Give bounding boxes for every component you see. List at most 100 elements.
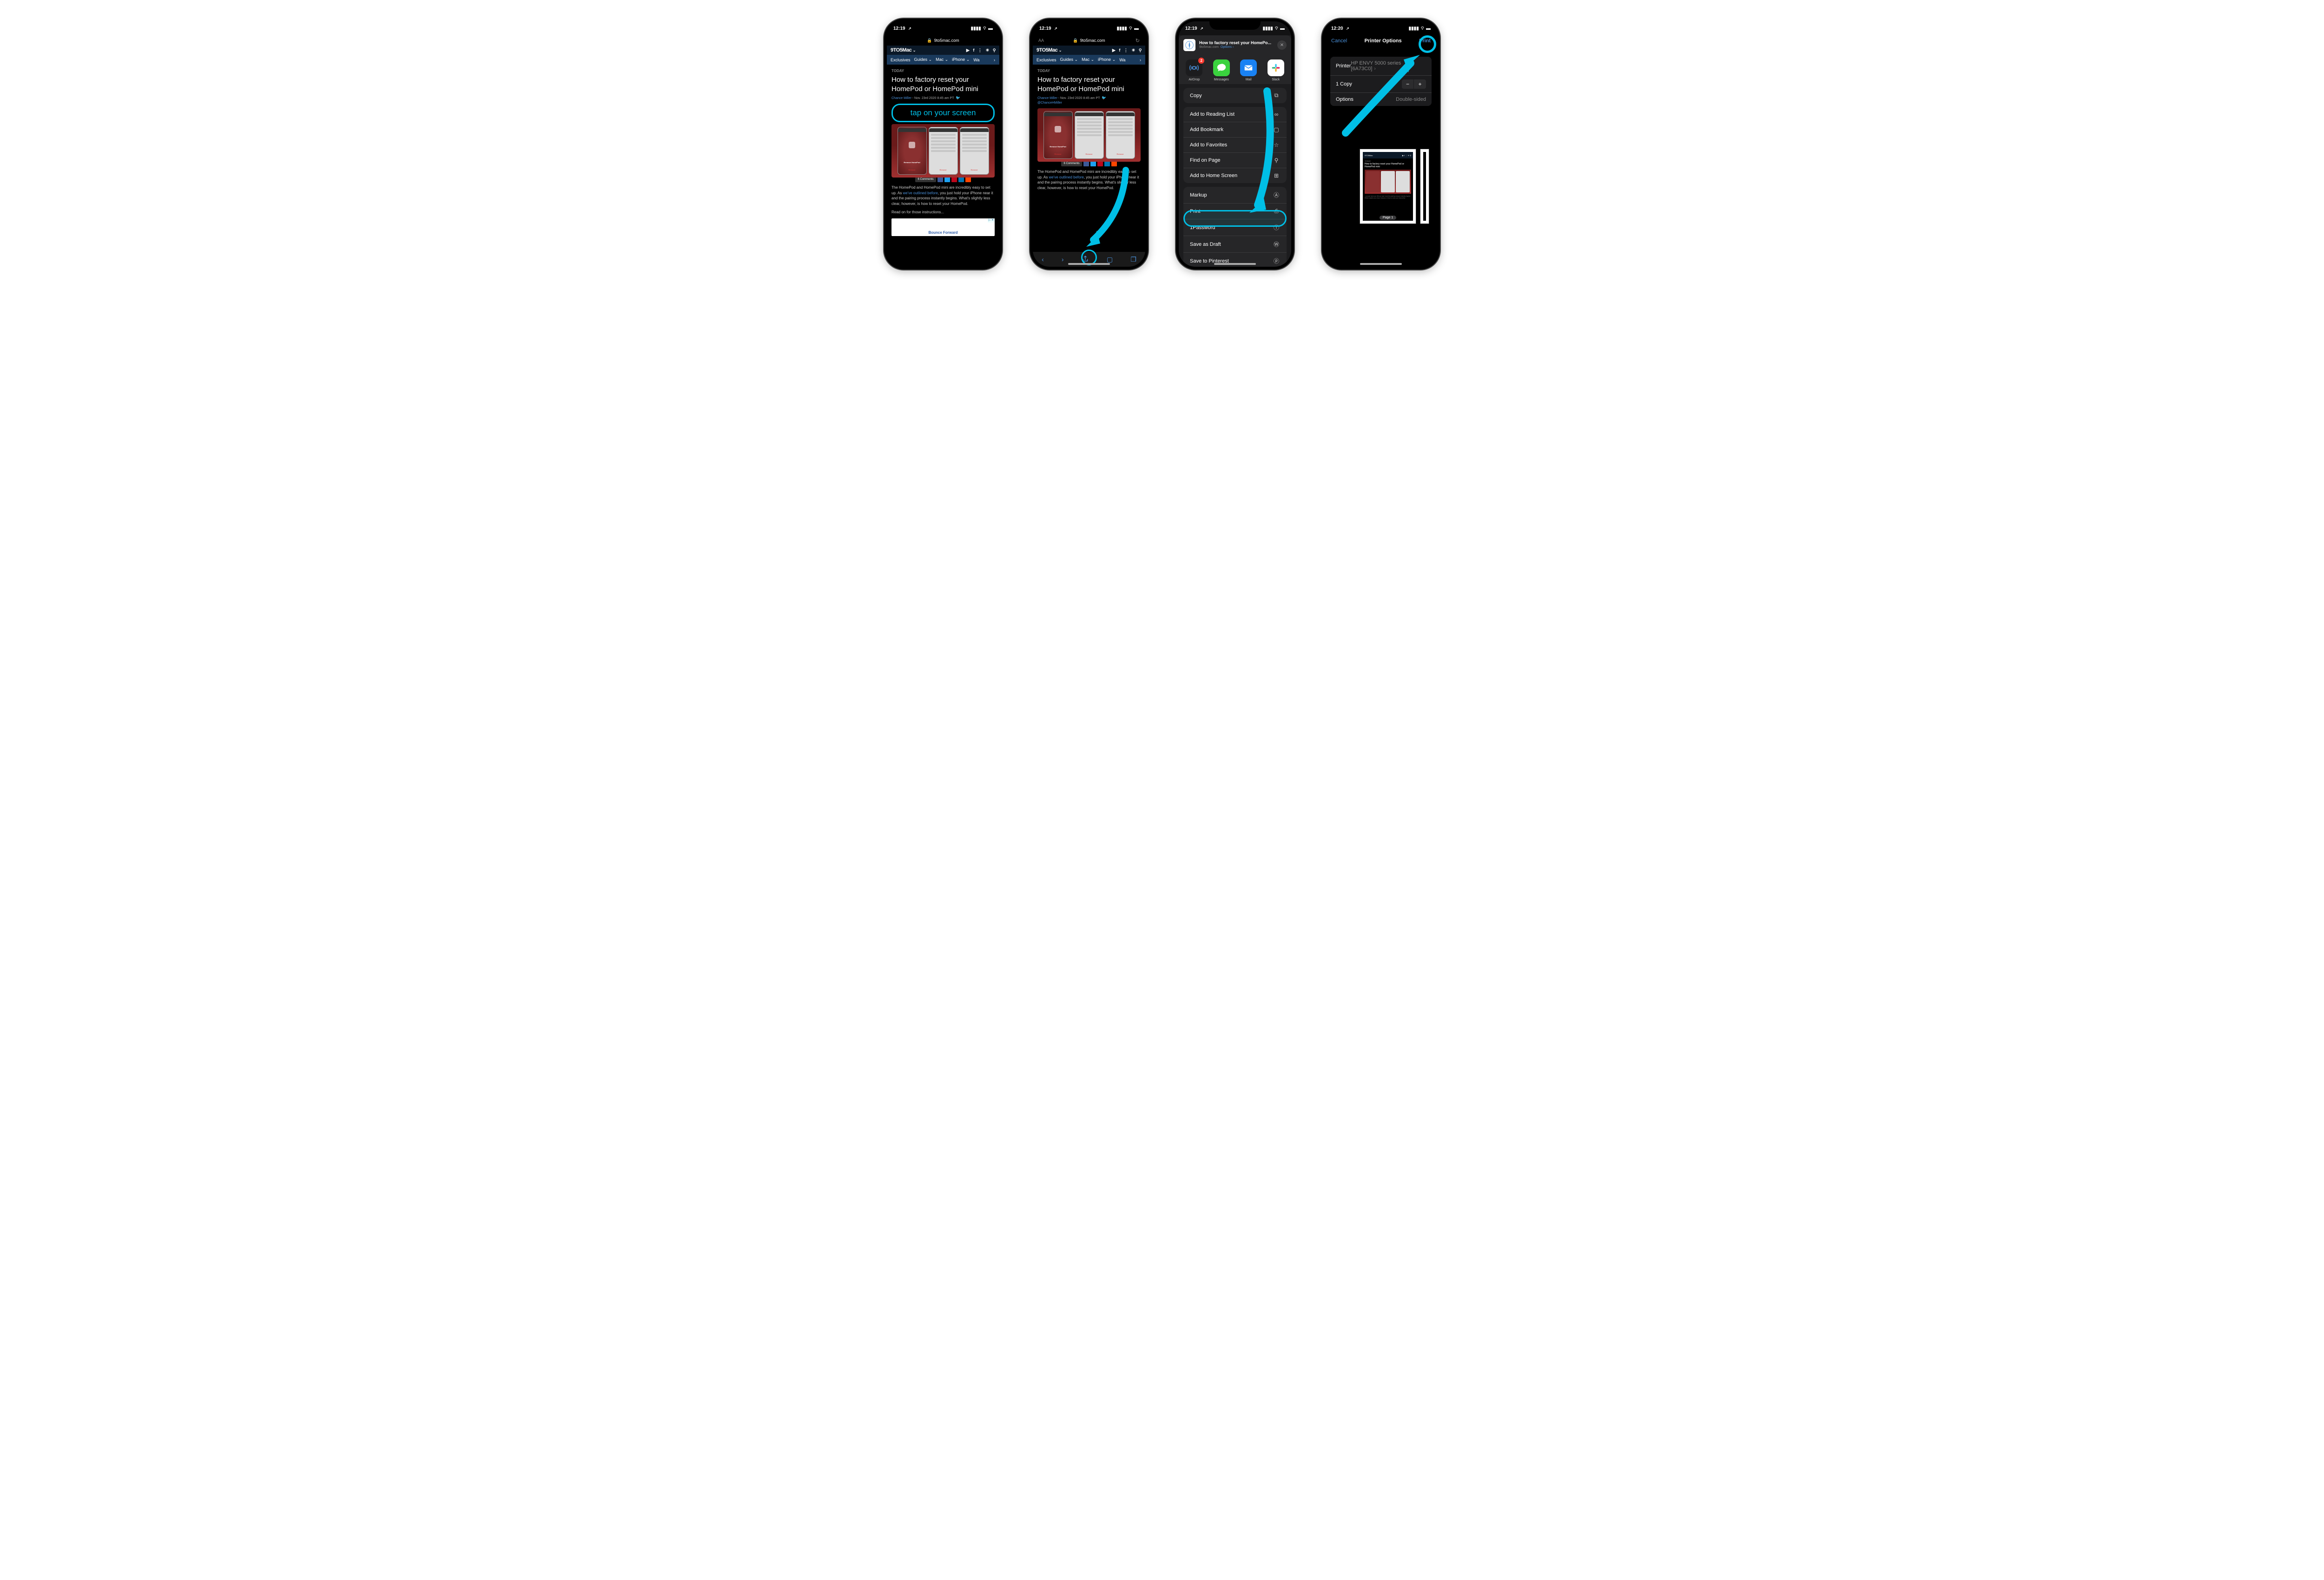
printer-row[interactable]: Printer HP ENVY 5000 series [6A73C0]› [1330,57,1432,75]
search-icon[interactable]: ⚲ [1139,48,1142,53]
share-action-favorites[interactable]: Add to Favorites☆ [1183,137,1287,152]
article-byline: Chance Miller - Nov. 23rd 2020 8:45 am P… [1037,95,1141,105]
author-link[interactable]: Chance Miller [891,97,911,100]
twitter-icon[interactable]: 🐦 [1102,96,1106,100]
phone-3: 12:19 ↗ ▮▮▮▮⌔▬ How to factory reset your… [1176,19,1294,270]
signal-icon: ▮▮▮▮ [971,26,981,31]
share-action-draft[interactable]: Save as DraftⓌ [1183,236,1287,252]
article-content[interactable]: TODAY How to factory reset your HomePod … [887,65,999,267]
slack-icon [1268,59,1284,76]
wifi-icon: ⌔ [983,26,987,32]
lock-icon: 🔒 [927,38,932,43]
share-action-find[interactable]: Find on Page⚲ [1183,152,1287,168]
author-link[interactable]: Chance Miller [1037,97,1057,100]
share-options-button[interactable]: Options › [1221,46,1234,49]
nav-item[interactable]: iPhone ⌄ [1098,57,1116,62]
share-action-copy[interactable]: Copy⧉ [1183,88,1287,103]
site-nav: Exclusives Guides ⌄ Mac ⌄ iPhone ⌄ Wa › [1033,55,1145,65]
more-icon[interactable]: ⋮ [1124,48,1128,53]
status-time: 12:20 [1331,26,1343,31]
search-icon[interactable]: ⚲ [993,48,996,53]
nav-item[interactable]: Wa [973,58,979,62]
back-button[interactable]: ‹ [1042,256,1044,263]
print-page-preview-next[interactable] [1420,149,1429,224]
print-page-preview[interactable]: 9TO5Mac▶ f ⋮ ☀ ⚲ TODAY How to factory re… [1360,149,1416,224]
wifi-icon: ⌔ [1274,26,1279,32]
bookmarks-button[interactable]: ▢ [1107,256,1113,263]
author-handle[interactable]: @ChanceHMiller [1037,101,1062,105]
printer-settings-list: Printer HP ENVY 5000 series [6A73C0]› 1 … [1330,57,1432,106]
share-apps-row[interactable]: 2 AirDrop Messages Mail Slack [1179,55,1291,84]
outlined-link[interactable]: we've outlined before [903,191,938,195]
article-content[interactable]: TODAY How to factory reset your HomePod … [1033,65,1145,252]
twitter-icon[interactable]: 🐦 [956,96,960,100]
share-action-home-screen[interactable]: Add to Home Screen⊞ [1183,168,1287,183]
nav-item[interactable]: iPhone ⌄ [952,57,970,62]
outlined-link[interactable]: we've outlined before [1049,175,1083,179]
share-title: How to factory reset your HomePo... [1199,40,1274,46]
nav-item[interactable]: Exclusives [1037,58,1056,62]
url-bar[interactable]: 🔒 9to5mac.com [887,35,999,46]
text-size-button[interactable]: AA [1038,38,1044,43]
printer-value: HP ENVY 5000 series [6A73C0] [1351,60,1401,72]
share-button[interactable] [1082,255,1089,264]
share-action-group: Add to Reading List∞ Add Bookmark▢ Add t… [1183,107,1287,183]
share-action-bookmark[interactable]: Add Bookmark▢ [1183,122,1287,137]
site-logo[interactable]: 9TO5Mac ⌄ [891,47,916,53]
share-action-group: MarkupⒶ Print⎙ 1Passwordⓘ Save as DraftⓌ… [1183,187,1287,267]
share-app-airdrop[interactable]: 2 AirDrop [1182,59,1207,81]
print-preview[interactable]: 9TO5Mac▶ f ⋮ ☀ ⚲ TODAY How to factory re… [1325,106,1437,267]
share-app-slack[interactable]: Slack [1263,59,1289,81]
printer-icon: ⎙ [1273,208,1280,215]
nav-more-icon[interactable]: › [992,58,997,62]
share-app-mail[interactable]: Mail [1236,59,1261,81]
stepper-minus[interactable]: − [1402,79,1414,89]
nav-more-icon[interactable]: › [1138,58,1142,62]
more-icon[interactable]: ⋮ [978,48,982,53]
forward-button[interactable]: › [1062,256,1064,263]
nav-item[interactable]: Guides ⌄ [914,57,932,62]
copies-stepper[interactable]: − + [1402,79,1426,89]
share-action-print[interactable]: Print⎙ [1183,203,1287,219]
nav-item[interactable]: Exclusives [891,58,911,62]
facebook-icon[interactable]: f [973,48,974,53]
article-headline[interactable]: How to factory reset your HomePod or Hom… [1037,75,1141,93]
nav-item[interactable]: Guides ⌄ [1060,57,1078,62]
facebook-icon[interactable]: f [1119,48,1120,53]
nav-item[interactable]: Mac ⌄ [936,57,948,62]
url-bar[interactable]: AA 🔒 9to5mac.com ↻ [1033,35,1145,46]
status-location-icon: ↗ [1200,26,1203,31]
close-button[interactable]: ✕ [1277,40,1287,50]
stepper-plus[interactable]: + [1414,79,1426,89]
theme-icon[interactable]: ☀ [985,48,989,53]
mail-icon [1240,59,1257,76]
share-action-markup[interactable]: MarkupⒶ [1183,187,1287,203]
share-action-reading-list[interactable]: Add to Reading List∞ [1183,107,1287,122]
book-icon: ▢ [1273,126,1280,133]
wordpress-icon: Ⓦ [1273,240,1280,248]
share-app-messages[interactable]: Messages [1209,59,1235,81]
print-button[interactable]: Print [1419,38,1431,44]
reload-icon[interactable]: ↻ [1136,38,1140,44]
theme-icon[interactable]: ☀ [1131,48,1135,53]
ad-close-icon[interactable]: ▷ ✕ [988,218,995,222]
article-paragraph: The HomePod and HomePod mini are incredi… [891,185,995,206]
youtube-icon[interactable]: ▶ [1112,48,1115,53]
battery-icon: ▬ [1134,26,1139,31]
ad-banner[interactable]: ▷ ✕ Bounce Forward [891,218,995,236]
phone-1: 12:19 ↗ ▮▮▮▮ ⌔ ▬ 🔒 9to5mac.com 9TO5Mac ⌄… [884,19,1002,270]
battery-icon: ▬ [1426,26,1431,31]
tabs-button[interactable]: ❐ [1130,256,1136,263]
safari-app-icon [1183,39,1195,51]
nav-item[interactable]: Wa [1119,58,1125,62]
share-action-1password[interactable]: 1Passwordⓘ [1183,219,1287,236]
nav-item[interactable]: Mac ⌄ [1082,57,1094,62]
pinterest-icon: ⓟ [1273,257,1280,265]
article-headline[interactable]: How to factory reset your HomePod or Hom… [891,75,995,93]
cancel-button[interactable]: Cancel [1331,38,1347,44]
printer-options-header: Cancel Printer Options Print [1325,35,1437,48]
options-row[interactable]: Options Double-sided [1330,92,1432,106]
youtube-icon[interactable]: ▶ [966,48,969,53]
site-logo[interactable]: 9TO5Mac ⌄ [1037,47,1062,53]
share-sheet-header: How to factory reset your HomePo... 9to5… [1179,35,1291,55]
